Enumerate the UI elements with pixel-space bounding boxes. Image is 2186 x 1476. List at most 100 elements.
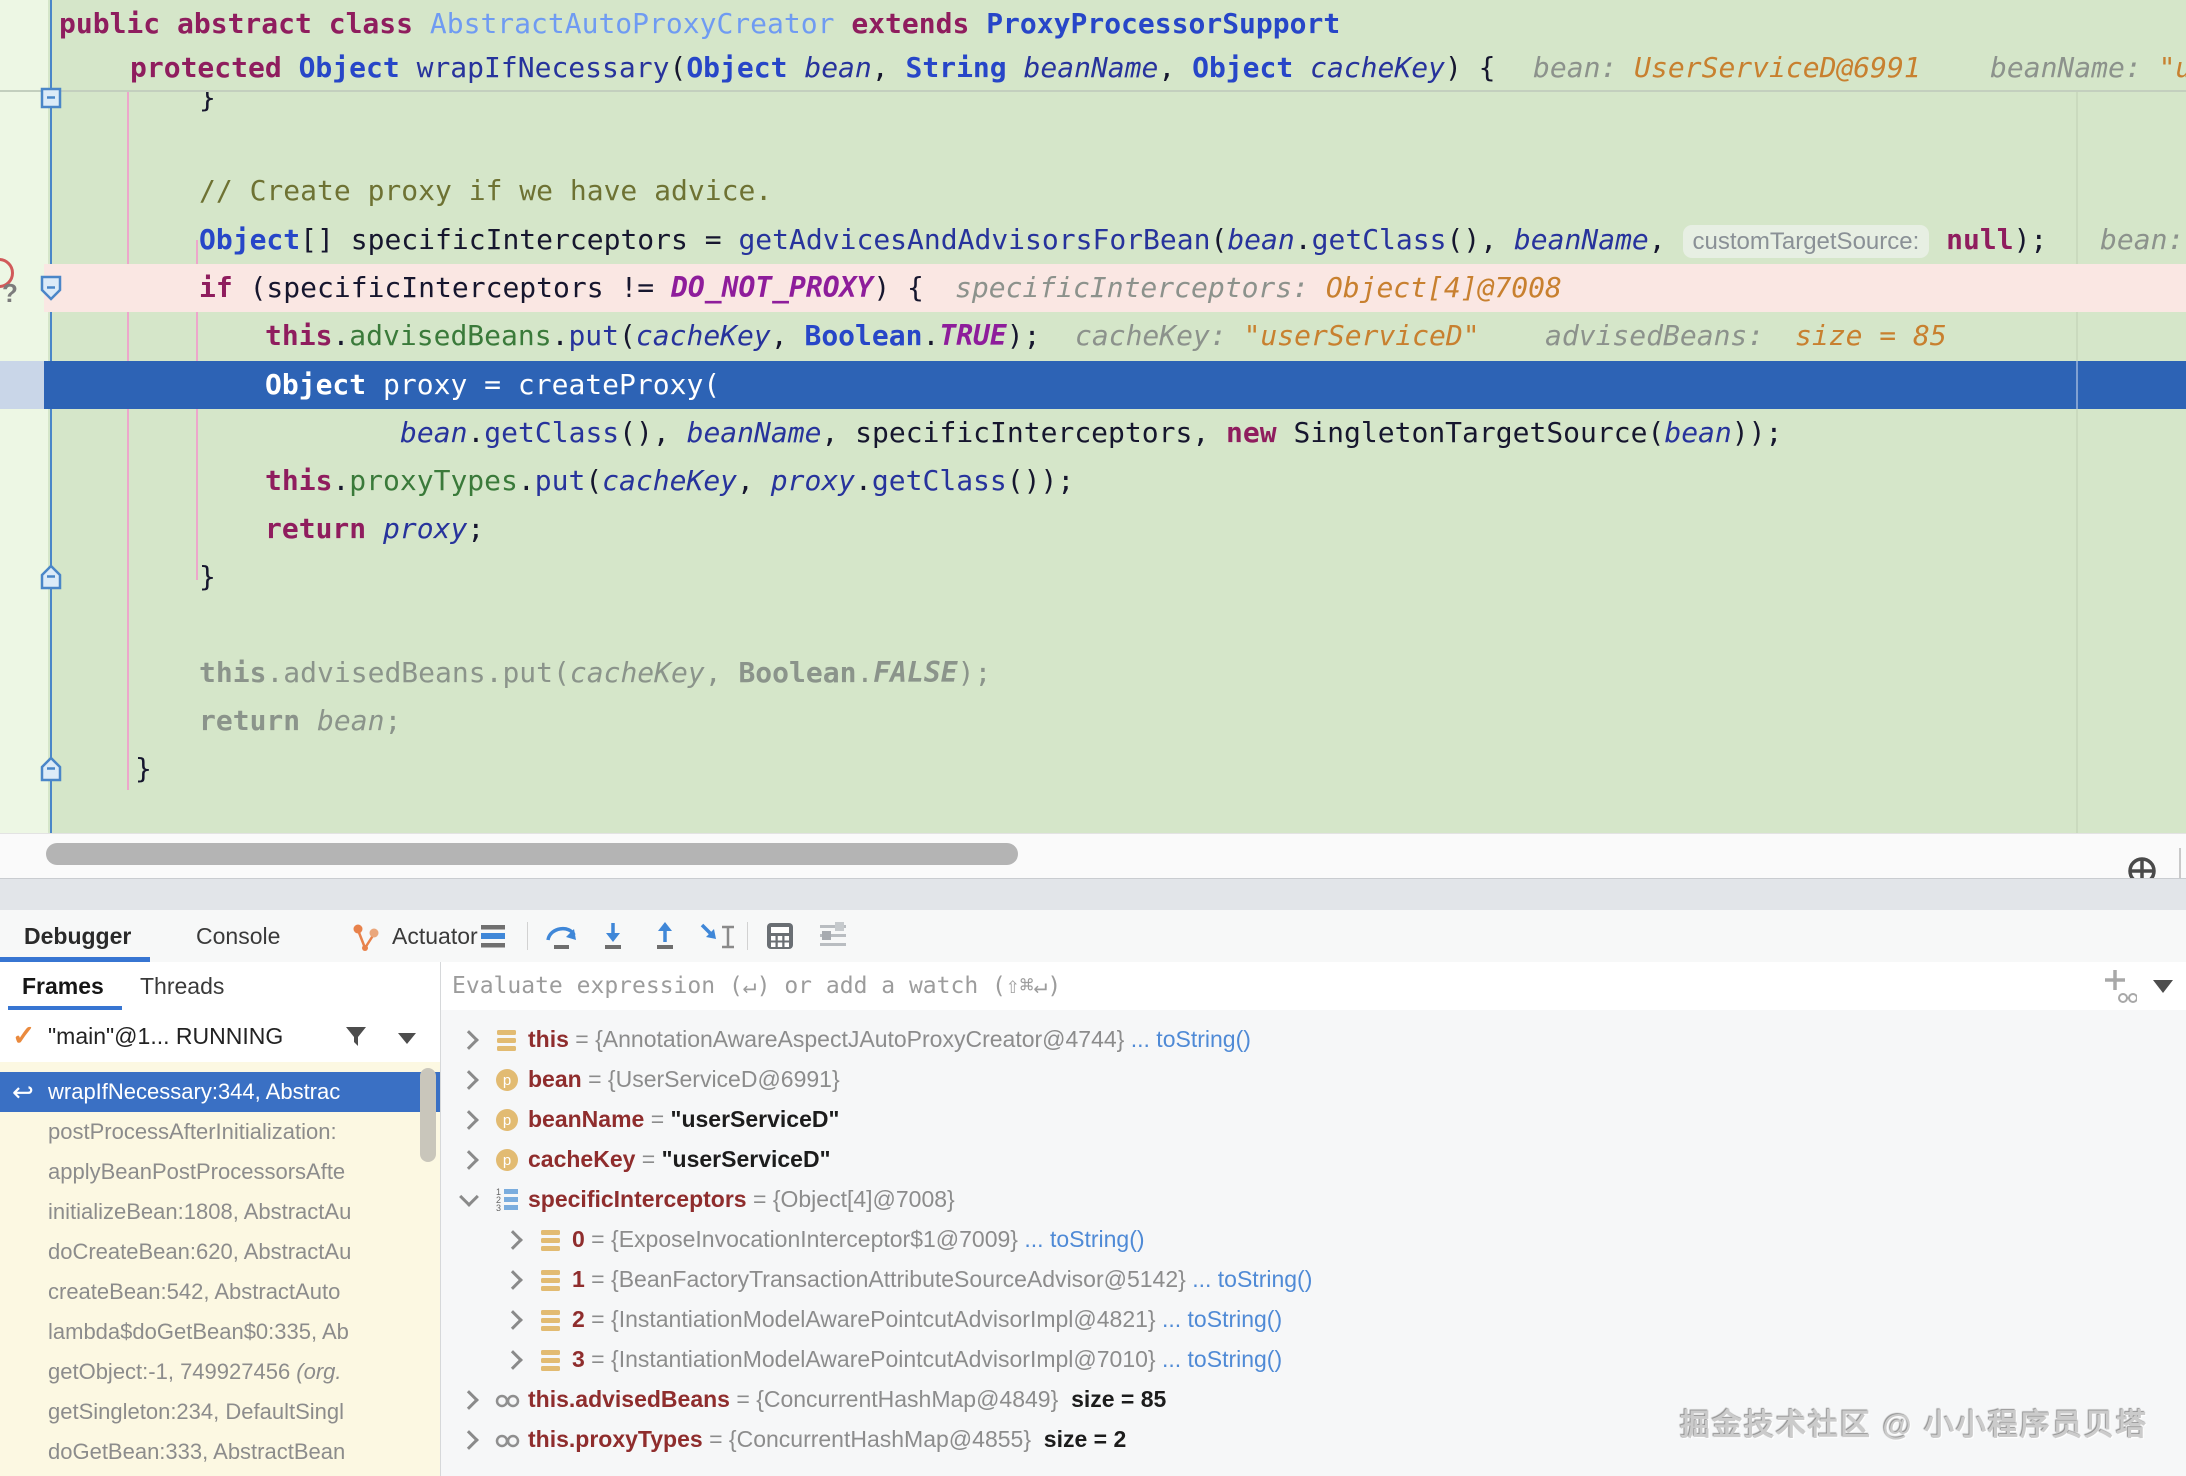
chevron-right-icon[interactable] — [503, 1350, 523, 1370]
variable-row[interactable]: 1 = {BeanFactoryTransactionAttributeSour… — [441, 1259, 2186, 1299]
chevron-right-icon[interactable] — [503, 1230, 523, 1250]
stack-frame-row[interactable]: doCreateBean:620, AbstractAu — [0, 1232, 440, 1272]
stack-frame-row[interactable]: ↩wrapIfNecessary:344, Abstrac — [0, 1072, 440, 1112]
variable-row[interactable]: 0 = {ExposeInvocationInterceptor$1@7009}… — [441, 1219, 2186, 1259]
code-token: getClass — [872, 464, 1007, 497]
show-execution-point-icon[interactable] — [478, 921, 508, 951]
variable-row[interactable]: 123specificInterceptors = {Object[4]@700… — [441, 1179, 2186, 1219]
run-to-cursor-icon[interactable] — [698, 921, 738, 951]
code-token: ( — [1210, 223, 1227, 256]
chevron-right-icon[interactable] — [459, 1150, 479, 1170]
variable-value-bold: "userServiceD" — [662, 1146, 831, 1172]
fold-marker-icon[interactable] — [38, 275, 64, 301]
stack-frame-row[interactable]: lambda$doGetBean$0:335, Ab — [0, 1312, 440, 1352]
tostring-link[interactable]: ... toString() — [1192, 1266, 1312, 1292]
evaluate-expression-icon[interactable] — [765, 921, 795, 951]
spring-actuator-icon — [350, 921, 382, 953]
tostring-link[interactable]: ... toString() — [1162, 1306, 1282, 1332]
code-line: this.advisedBeans.put(cacheKey, Boolean.… — [0, 649, 2186, 697]
chevron-right-icon[interactable] — [459, 1110, 479, 1130]
chevron-right-icon[interactable] — [503, 1310, 523, 1330]
frames-scrollbar-thumb[interactable] — [420, 1068, 436, 1162]
stack-frames-list[interactable]: ↩wrapIfNecessary:344, AbstracpostProcess… — [0, 1062, 440, 1476]
chevron-right-icon[interactable] — [459, 1430, 479, 1450]
variable-text: 2 = {InstantiationModelAwarePointcutAdvi… — [572, 1299, 1282, 1339]
tab-console[interactable]: Console — [196, 910, 280, 962]
code-token: if — [199, 271, 233, 304]
variable-value: {ExposeInvocationInterceptor$1@7009} — [611, 1226, 1024, 1252]
code-editor[interactable]: }// Create proxy if we have advice.Objec… — [0, 0, 2186, 833]
step-out-icon[interactable] — [648, 921, 682, 951]
stack-frame-row[interactable]: postProcessAfterInitialization: — [0, 1112, 440, 1152]
filter-funnel-icon[interactable] — [344, 1025, 368, 1049]
chevron-down-icon[interactable] — [2153, 980, 2173, 993]
code-token — [1293, 51, 1310, 84]
code-token: bean — [317, 704, 384, 737]
code-token: this — [265, 319, 332, 352]
variable-row[interactable]: pcacheKey = "userServiceD" — [441, 1139, 2186, 1179]
code-token: } — [199, 560, 216, 593]
hint-label: specificInterceptors: — [955, 271, 1326, 304]
code-token — [300, 704, 317, 737]
hint-label: bean: — [1533, 51, 1634, 84]
variable-value: {InstantiationModelAwarePointcutAdvisorI… — [611, 1346, 1162, 1372]
variable-row[interactable]: 3 = {InstantiationModelAwarePointcutAdvi… — [441, 1339, 2186, 1379]
variable-value: {Object[4]@7008} — [773, 1186, 955, 1212]
add-watch-icon[interactable] — [2101, 968, 2137, 1006]
code-token: SingletonTargetSource( — [1277, 416, 1665, 449]
code-token: return — [199, 704, 300, 737]
tab-frames[interactable]: Frames — [22, 962, 104, 1010]
code-token — [1007, 51, 1024, 84]
tostring-link[interactable]: ... toString() — [1131, 1026, 1251, 1052]
restore-layout-icon[interactable] — [818, 921, 848, 951]
code-line: this.proxyTypes.put(cacheKey, proxy.getC… — [0, 457, 2186, 505]
tab-threads[interactable]: Threads — [140, 962, 224, 1010]
stack-frame-row[interactable]: getSingleton:234, DefaultSingl — [0, 1392, 440, 1432]
chevron-right-icon[interactable] — [459, 1390, 479, 1410]
fold-marker-icon[interactable] — [38, 756, 64, 782]
stack-frame-row[interactable]: initializeBean:1808, AbstractAu — [0, 1192, 440, 1232]
code-token: getClass — [1312, 223, 1447, 256]
parameter-hint-chip: customTargetSource: — [1683, 225, 1930, 258]
code-token: cacheKey — [602, 464, 737, 497]
frame-label: initializeBean:1808, AbstractAu — [48, 1192, 432, 1232]
chevron-right-icon[interactable] — [459, 1030, 479, 1050]
variable-name: this — [528, 1026, 569, 1052]
code-token: ; — [467, 512, 484, 545]
sticky-code-header: public abstract class AbstractAutoProxyC… — [0, 0, 2186, 92]
code-line: // Create proxy if we have advice. — [0, 167, 2186, 215]
svg-text:p: p — [503, 1152, 511, 1169]
chevron-right-icon[interactable] — [503, 1270, 523, 1290]
variable-row[interactable]: 2 = {InstantiationModelAwarePointcutAdvi… — [441, 1299, 2186, 1339]
tostring-link[interactable]: ... toString() — [1162, 1346, 1282, 1372]
tostring-link[interactable]: ... toString() — [1024, 1226, 1144, 1252]
fold-marker-icon[interactable] — [38, 564, 64, 590]
variable-text: 3 = {InstantiationModelAwarePointcutAdvi… — [572, 1339, 1282, 1379]
code-text: this.proxyTypes.put(cacheKey, proxy.getC… — [265, 457, 1074, 505]
code-token: ) { — [1445, 51, 1496, 84]
step-into-icon[interactable] — [596, 921, 630, 951]
watch-icon — [494, 1427, 520, 1453]
variable-value: {AnnotationAwareAspectJAutoProxyCreator@… — [595, 1026, 1131, 1052]
tab-debugger[interactable]: Debugger — [24, 910, 131, 962]
step-over-icon[interactable] — [543, 921, 579, 951]
stack-frame-row[interactable]: applyBeanPostProcessorsAfte — [0, 1152, 440, 1192]
horizontal-scrollbar-thumb[interactable] — [46, 843, 1018, 865]
variable-row[interactable]: pbean = {UserServiceD@6991} — [441, 1059, 2186, 1099]
variable-value: {UserServiceD@6991} — [608, 1066, 840, 1092]
chevron-down-icon[interactable] — [398, 1033, 416, 1044]
thread-selector[interactable]: ✓ "main"@1... RUNNING — [0, 1010, 440, 1062]
stack-frame-row[interactable]: createBean:542, AbstractAuto — [0, 1272, 440, 1312]
chevron-right-icon[interactable] — [459, 1070, 479, 1090]
evaluate-expression-input[interactable]: Evaluate expression (↵) or add a watch (… — [441, 962, 2186, 1011]
variable-row[interactable]: this = {AnnotationAwareAspectJAutoProxyC… — [441, 1019, 2186, 1059]
stack-frame-row[interactable]: getObject:-1, 749927456 (org. — [0, 1352, 440, 1392]
horizontal-scrollbar-track[interactable] — [0, 833, 2186, 879]
tab-actuator[interactable]: Actuator — [392, 910, 478, 962]
chevron-down-icon[interactable] — [459, 1187, 479, 1207]
fold-marker-icon[interactable] — [38, 85, 64, 111]
code-token: cacheKey — [1310, 51, 1445, 84]
variable-text: bean = {UserServiceD@6991} — [528, 1059, 840, 1099]
stack-frame-row[interactable]: doGetBean:333, AbstractBean — [0, 1432, 440, 1472]
variable-row[interactable]: pbeanName = "userServiceD" — [441, 1099, 2186, 1139]
